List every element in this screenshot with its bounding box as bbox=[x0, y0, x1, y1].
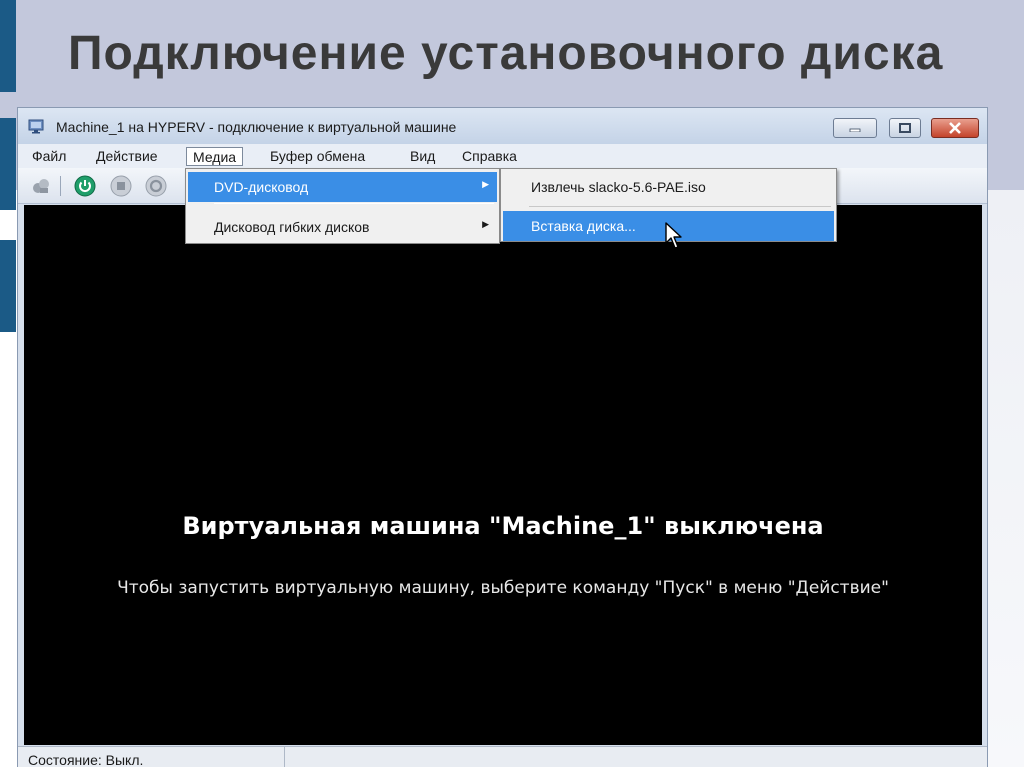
maximize-icon bbox=[899, 123, 911, 133]
vm-display[interactable]: Виртуальная машина "Machine_1" выключена… bbox=[24, 205, 982, 745]
minimize-icon bbox=[849, 128, 861, 132]
submenu-arrow-icon: ▶ bbox=[482, 179, 489, 189]
menu-item-floppy-drive[interactable]: Дисковод гибких дисков ▶ bbox=[188, 212, 497, 242]
status-separator bbox=[284, 747, 285, 767]
slide-accent-bar bbox=[0, 240, 16, 332]
menu-item-label: Дисковод гибких дисков bbox=[214, 219, 370, 235]
mouse-pointer-icon bbox=[665, 222, 682, 249]
menu-view[interactable]: Вид bbox=[404, 147, 441, 166]
status-bar: Состояние: Выкл. bbox=[18, 746, 987, 767]
ctrl-alt-del-icon[interactable] bbox=[30, 175, 52, 197]
start-icon[interactable] bbox=[74, 175, 96, 197]
slide-right-background bbox=[986, 190, 1024, 767]
close-button[interactable] bbox=[931, 118, 979, 138]
menu-item-dvd-drive[interactable]: DVD-дисковод ▶ bbox=[188, 172, 497, 202]
menu-bar: Файл Действие Медиа Буфер обмена Вид Спр… bbox=[18, 144, 987, 168]
vm-off-message: Виртуальная машина "Machine_1" выключена bbox=[182, 512, 824, 540]
window-title: Machine_1 на HYPERV - подключение к вирт… bbox=[56, 119, 457, 135]
menu-action[interactable]: Действие bbox=[90, 147, 164, 166]
vm-start-hint: Чтобы запустить виртуальную машину, выбе… bbox=[117, 578, 889, 598]
maximize-button[interactable] bbox=[889, 118, 921, 138]
turn-off-icon[interactable] bbox=[110, 175, 132, 197]
media-menu-dropdown: DVD-дисковод ▶ Дисковод гибких дисков ▶ bbox=[185, 168, 500, 244]
menu-media[interactable]: Медиа bbox=[186, 147, 244, 166]
toolbar-separator bbox=[60, 176, 61, 196]
slide-accent-bar bbox=[0, 118, 16, 210]
status-text: Состояние: Выкл. bbox=[28, 752, 144, 767]
submenu-arrow-icon: ▶ bbox=[482, 219, 489, 229]
menu-file[interactable]: Файл bbox=[26, 147, 72, 166]
menu-item-label: DVD-дисковод bbox=[214, 179, 309, 195]
minimize-button[interactable] bbox=[833, 118, 877, 138]
menu-item-label: Вставка диска... bbox=[531, 218, 636, 234]
close-icon bbox=[949, 122, 961, 134]
slide-accent-bar bbox=[0, 0, 16, 92]
menu-help[interactable]: Справка bbox=[456, 147, 523, 166]
window-titlebar[interactable]: Machine_1 на HYPERV - подключение к вирт… bbox=[18, 108, 987, 144]
menu-divider bbox=[529, 206, 831, 207]
menu-item-label: Извлечь slacko-5.6-PAE.iso bbox=[531, 179, 706, 195]
vm-connect-app-icon bbox=[28, 119, 44, 134]
menu-item-eject-disk[interactable]: Извлечь slacko-5.6-PAE.iso bbox=[503, 172, 834, 202]
menu-divider bbox=[214, 203, 494, 204]
shutdown-icon[interactable] bbox=[145, 175, 167, 197]
menu-clipboard[interactable]: Буфер обмена bbox=[264, 147, 371, 166]
slide-title: Подключение установочного диска bbox=[68, 27, 944, 80]
